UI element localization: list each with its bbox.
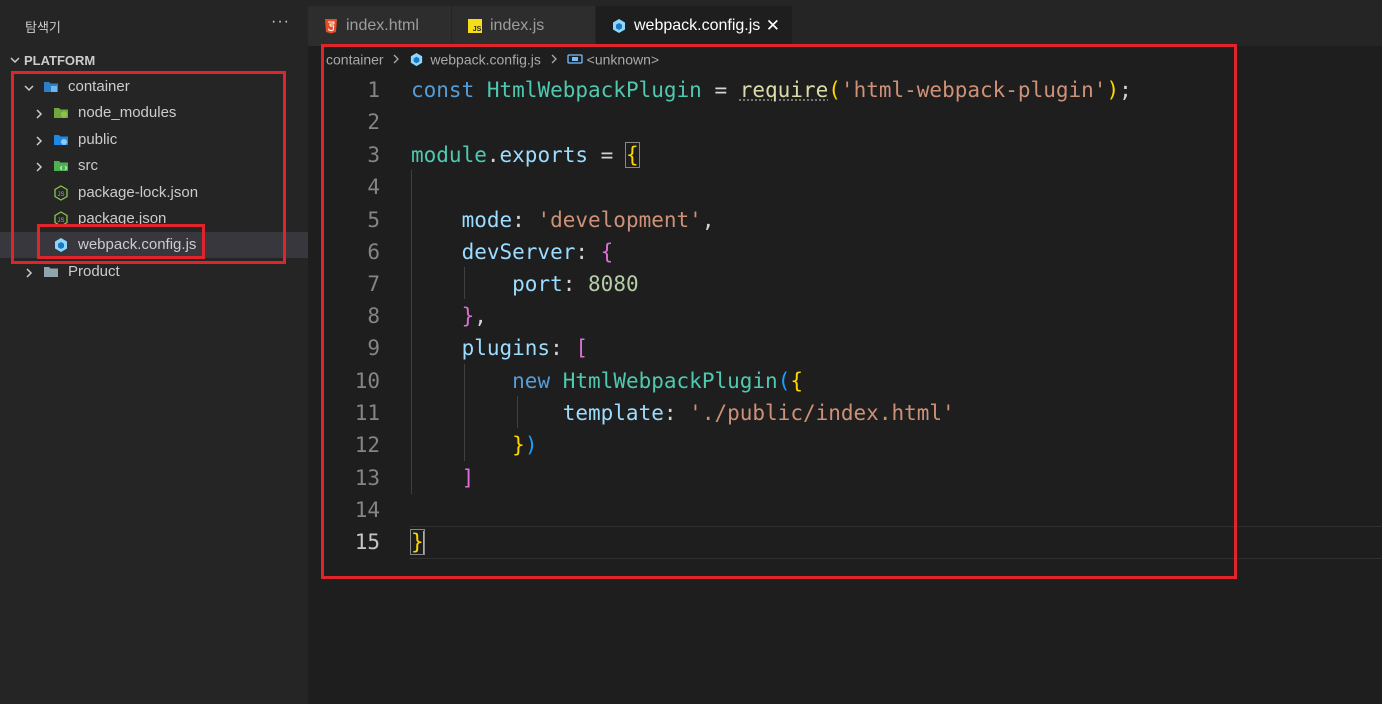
chevron-down-icon [10,57,20,64]
tab-index-js[interactable]: JS index.js [452,6,595,46]
tab-index-html[interactable]: index.html [308,6,451,46]
editor-tab-bar: index.html JS index.js webpack.config.js… [308,0,1382,46]
more-actions-icon[interactable]: ··· [271,13,290,31]
tab-label: index.js [490,17,545,34]
workspace-section-header[interactable]: PLATFORM [0,50,308,72]
tree-item-label: Product [68,263,120,280]
tab-label: index.html [346,17,419,34]
tab-label: webpack.config.js [634,17,761,34]
annotation-box-editor [321,44,1237,579]
javascript-icon: JS [468,19,482,33]
html5-icon [325,19,337,34]
svg-text:JS: JS [473,26,482,33]
annotation-box-webpack-file [37,224,205,259]
chevron-right-icon [26,268,33,278]
tab-webpack-config[interactable]: webpack.config.js ✕ [596,6,792,46]
explorer-title: 탐색기 [25,20,61,35]
folder-icon [44,267,58,277]
explorer-header: 탐색기 ··· [0,0,308,46]
webpack-icon [613,19,625,33]
workspace-name: PLATFORM [24,53,96,68]
close-icon[interactable]: ✕ [766,16,780,36]
